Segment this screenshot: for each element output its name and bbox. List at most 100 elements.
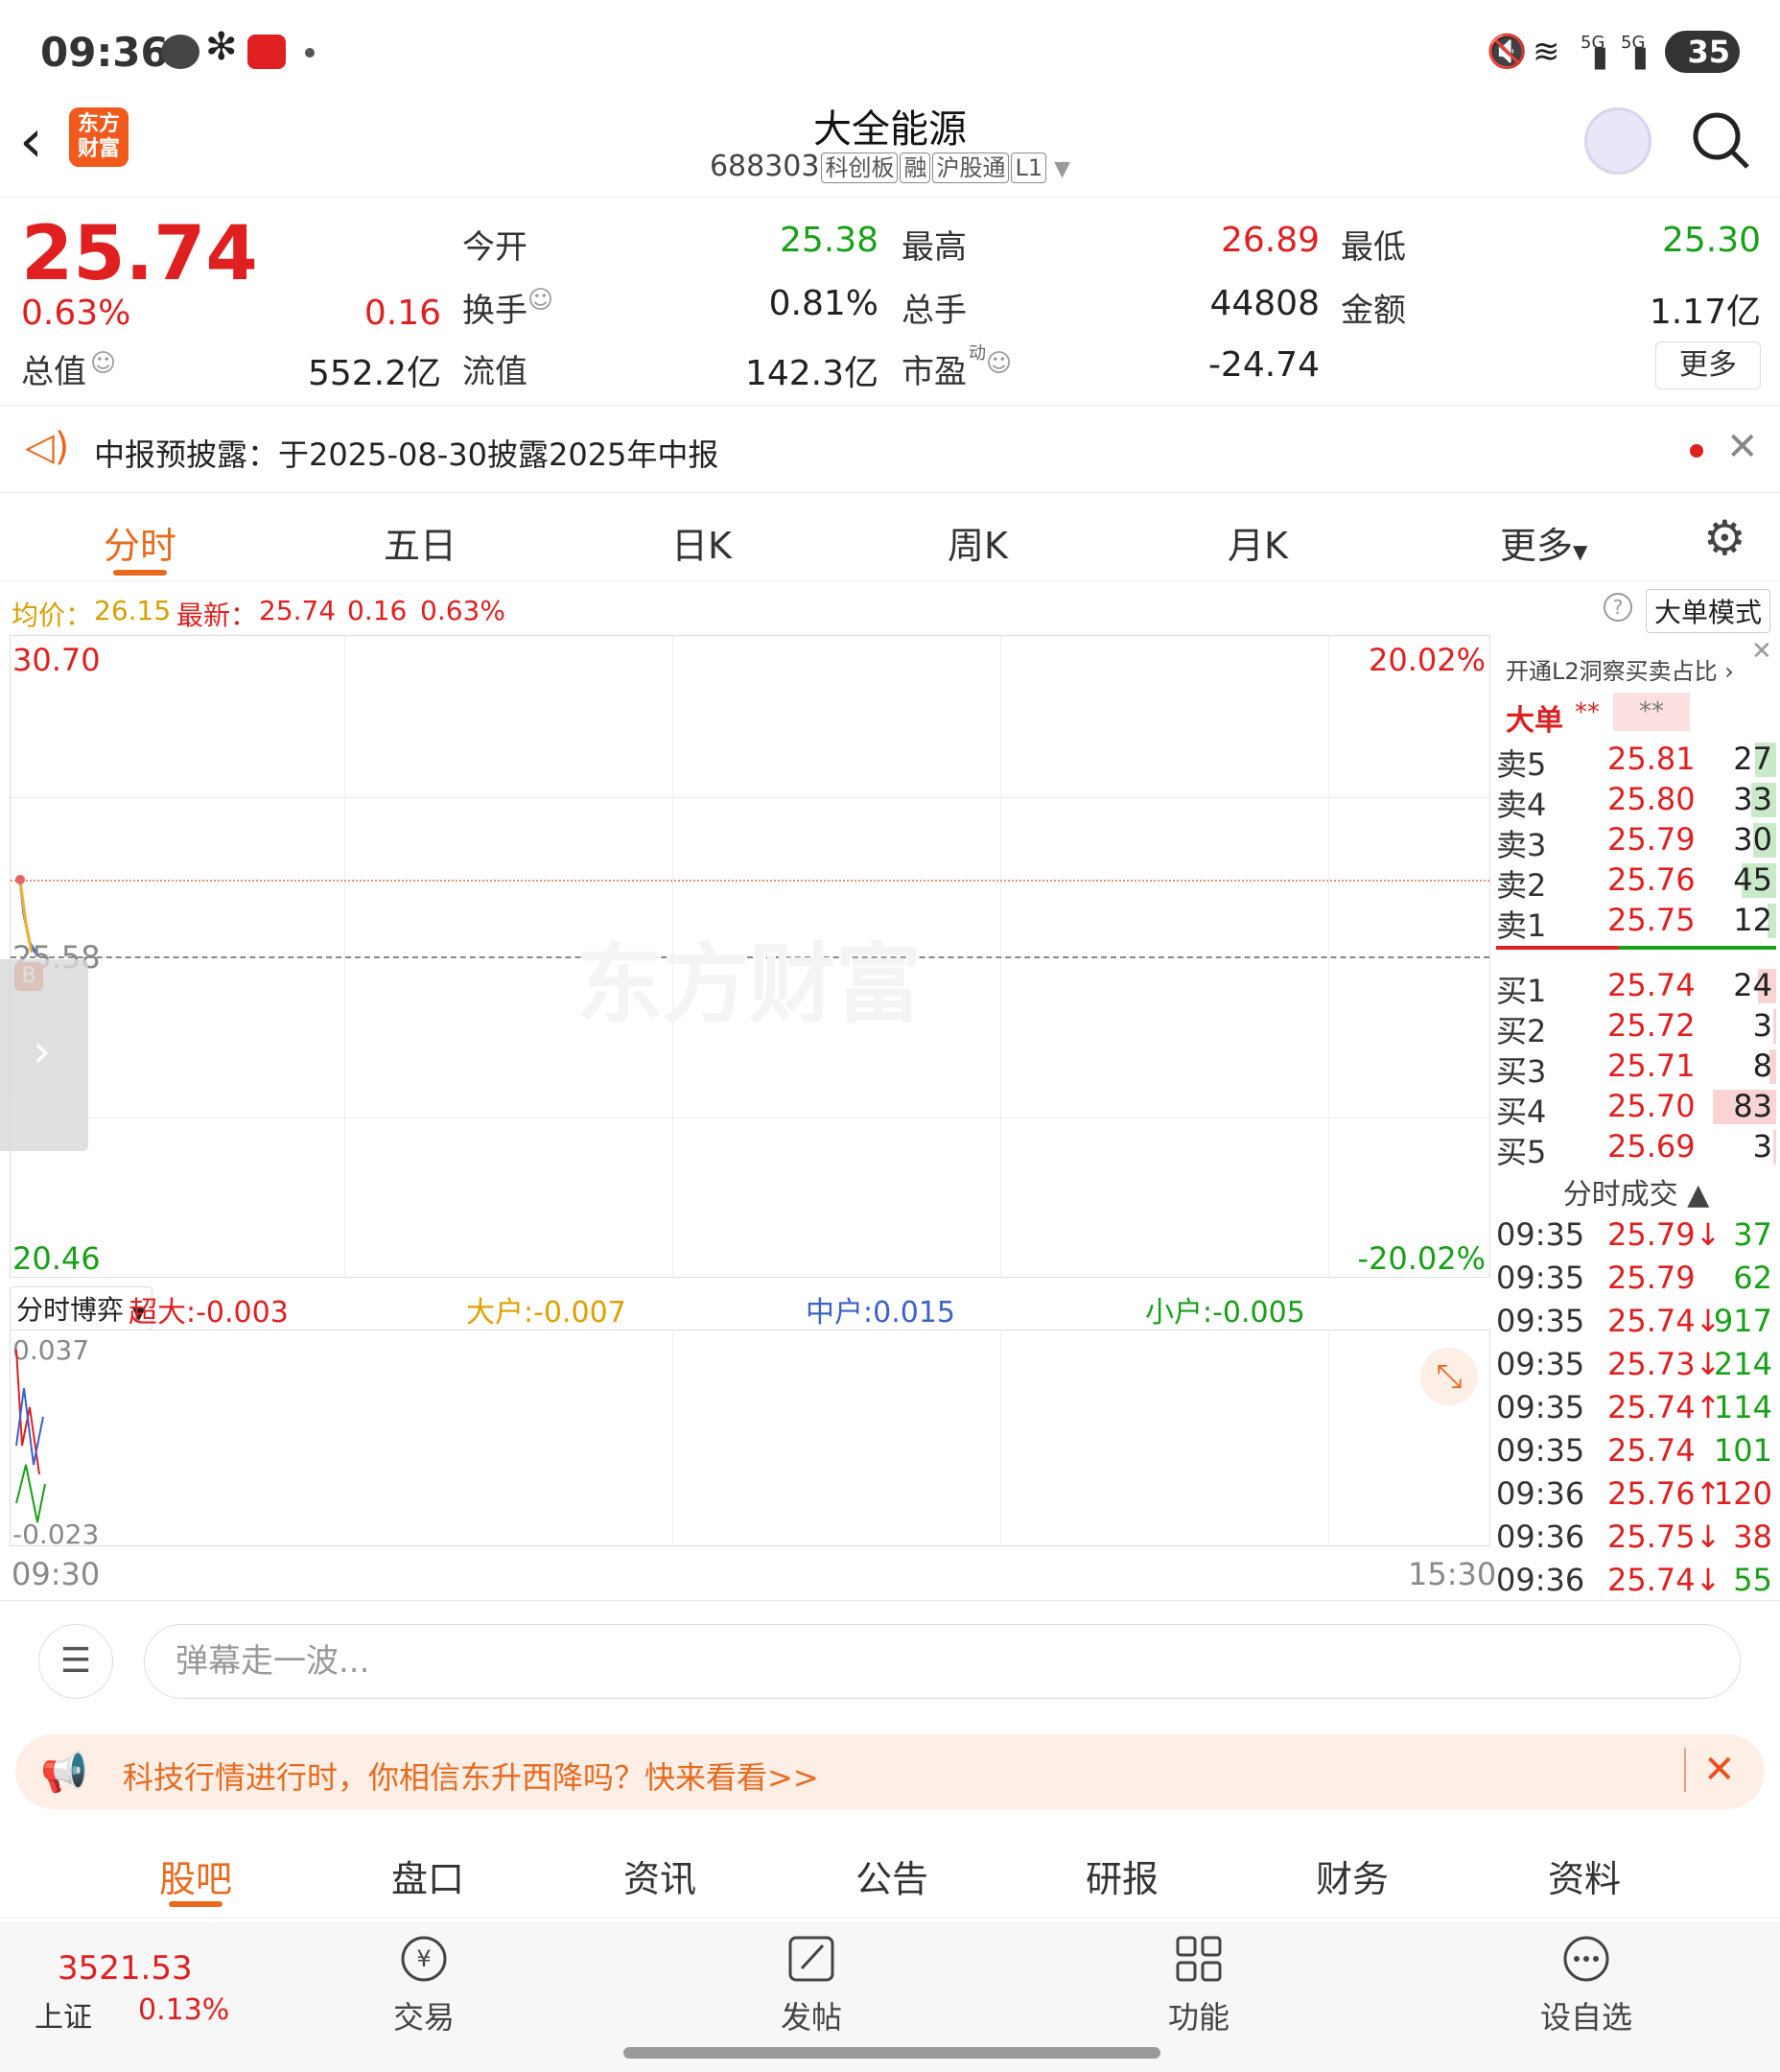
avg-price-row: 均价： 26.15 最新： 25.74 0.16 0.63% ? 大单模式 — [0, 583, 1780, 635]
depth-bar — [1773, 1009, 1776, 1044]
ask-row-1[interactable]: 卖1 25.75 12 — [1492, 902, 1780, 944]
tab-announcements[interactable]: 公告 — [855, 1849, 928, 1902]
more-quote-button[interactable]: 更多 — [1655, 341, 1761, 389]
latest-label: 最新： — [176, 600, 258, 631]
tab-5day[interactable]: 五日 — [384, 516, 457, 569]
tab-daily-k[interactable]: 日K — [671, 516, 732, 569]
big-order-mode-button[interactable]: 大单模式 — [1646, 589, 1771, 633]
search-icon[interactable] — [1690, 109, 1751, 171]
latest-change: 0.16 — [347, 595, 408, 626]
l2-hint[interactable]: 开通L2洞察买卖占比 › — [1506, 652, 1734, 686]
pct-max-label: 20.02% — [1368, 642, 1486, 678]
tick-row: 09:35 25.74↓ 917 — [1496, 1303, 1772, 1339]
help-icon[interactable]: ? — [1604, 593, 1632, 622]
flow-mid: 中户:0.015 — [806, 1296, 955, 1330]
close-banner-icon[interactable]: ✕ — [1684, 1748, 1736, 1792]
nav-function[interactable]: 功能 — [1122, 1932, 1276, 2037]
tick-row: 09:36 25.74↓ 55 — [1496, 1562, 1772, 1598]
tab-weekly-k[interactable]: 周K — [948, 516, 1008, 569]
megaphone-icon: 📢 — [40, 1751, 88, 1795]
stock-code-row[interactable]: 688303 科创板融沪股通 L1 ▼ — [0, 150, 1780, 183]
tab-more[interactable]: 更多▼ — [1500, 516, 1587, 569]
svg-text:¥: ¥ — [416, 1945, 431, 1972]
tick-row: 09:35 25.79↓ 37 — [1496, 1216, 1772, 1253]
tab-guba[interactable]: 股吧 — [159, 1849, 232, 1902]
flow-big: 大户:-0.007 — [466, 1296, 626, 1330]
ask-row-3[interactable]: 卖3 25.79 30 — [1492, 821, 1780, 863]
nav-trade[interactable]: ¥ 交易 — [347, 1932, 501, 2037]
tab-profile[interactable]: 资料 — [1548, 1849, 1621, 1902]
change-value: 0.16 — [363, 294, 441, 333]
notice-text: 中报预披露：于2025-08-30披露2025年中报 — [94, 436, 719, 473]
settings-gear-icon[interactable]: ⚙ — [1703, 510, 1746, 566]
tick-row: 09:35 25.79 62 — [1496, 1260, 1772, 1296]
status-bar: 09:36 ✻ 🔇 ≋ 5G ▮ 5G ▮ 35 — [0, 0, 1780, 106]
amount-value: 1.17亿 — [1649, 293, 1761, 332]
close-icon[interactable]: ✕ — [1726, 425, 1759, 469]
bid-row-5[interactable]: 买5 25.69 3 — [1492, 1128, 1780, 1170]
price-max-label: 30.70 — [12, 642, 101, 678]
tab-monthly-k[interactable]: 月K — [1228, 516, 1288, 569]
promo-banner[interactable]: 📢 科技行情进行时，你相信东升西降吗？快来看看>> ✕ — [15, 1734, 1765, 1809]
intraday-chart[interactable]: 东方财富 30.70 20.02% 25.58 20.46 -20.02% B — [10, 635, 1490, 1278]
signal-bars-icon-2: ▮ — [1632, 40, 1649, 74]
status-time: 09:36 — [40, 29, 169, 76]
tick-row: 09:35 25.74↑ 114 — [1496, 1389, 1772, 1425]
info-icon-3[interactable]: ☺ — [986, 349, 1012, 378]
speaker-icon: ◁) — [25, 425, 70, 469]
order-book: 开通L2洞察买卖占比 › ✕ 大单 ** ** 卖5 25.81 27 卖4 25.8… — [1492, 635, 1780, 1600]
info-icon[interactable]: ☺ — [90, 349, 116, 378]
notice-bar[interactable]: ◁) 中报预披露：于2025-08-30披露2025年中报 ✕ — [0, 405, 1780, 493]
last-price: 25.74 — [21, 211, 258, 297]
expand-icon[interactable]: ⤡ — [1420, 1348, 1478, 1405]
index-widget[interactable]: 3521.53 上证 0.13% — [35, 1942, 246, 2037]
ask-row-4[interactable]: 卖4 25.80 33 — [1492, 781, 1780, 823]
tab-finance[interactable]: 财务 — [1316, 1849, 1389, 1902]
high-label: 最高 — [902, 228, 967, 267]
tick-row: 09:35 25.74 101 — [1496, 1432, 1772, 1469]
bid-row-3[interactable]: 买3 25.71 8 — [1492, 1048, 1780, 1090]
bid-row-4[interactable]: 买4 25.70 83 — [1492, 1088, 1780, 1130]
index-pct: 0.13% — [138, 1993, 230, 2027]
danmaku-input[interactable]: 弹幕走一波... — [144, 1624, 1741, 1699]
bid-row-2[interactable]: 买2 25.72 3 — [1492, 1007, 1780, 1049]
flower-icon: ✻ — [205, 25, 238, 69]
flow-chart[interactable]: 0.037 -0.023 ⤡ — [10, 1330, 1490, 1550]
trade-icon: ¥ — [401, 1936, 447, 1982]
quote-panel: 25.74 0.63% 0.16 总值 ☺ 552.2亿 今开 25.38 换手… — [0, 197, 1780, 403]
volume-value: 44808 — [1209, 284, 1320, 323]
nav-post[interactable]: 发帖 — [735, 1932, 888, 2037]
total-mv-label: 总值 — [21, 353, 86, 391]
robot-avatar-icon[interactable] — [1584, 107, 1651, 175]
info-icon-2[interactable]: ☺ — [527, 286, 553, 315]
danmaku-list-icon[interactable]: ☰ — [38, 1624, 113, 1699]
ask-row-5[interactable]: 卖5 25.81 27 — [1492, 741, 1780, 783]
tick-row: 09:36 25.75↓ 38 — [1496, 1519, 1772, 1555]
tag-margin: 融 — [900, 152, 931, 183]
active-tab-indicator-2 — [169, 1901, 222, 1907]
bid-row-1[interactable]: 买1 25.74 24 — [1492, 967, 1780, 1009]
tab-intraday[interactable]: 分时 — [104, 516, 176, 569]
nav-add-watchlist[interactable]: 设自选 — [1510, 1932, 1663, 2037]
tab-research[interactable]: 研报 — [1086, 1849, 1159, 1902]
ticks-header[interactable]: 分时成交 ▲ — [1492, 1170, 1780, 1213]
low-label: 最低 — [1341, 228, 1406, 267]
last-price-line — [11, 880, 1489, 882]
close-hint-icon[interactable]: ✕ — [1751, 637, 1772, 666]
avg-value: 26.15 — [94, 595, 172, 626]
dropdown-icon[interactable]: ▼ — [1054, 157, 1070, 181]
signal-bars-icon: ▮ — [1592, 40, 1608, 74]
ask-row-2[interactable]: 卖2 25.76 45 — [1492, 861, 1780, 904]
more-circle-icon — [1563, 1936, 1609, 1982]
time-start-label: 09:30 — [12, 1556, 101, 1592]
tab-pankou[interactable]: 盘口 — [391, 1849, 464, 1902]
side-expand-handle[interactable]: › — [0, 959, 88, 1151]
bid-ask-ratio-bar — [1496, 946, 1776, 950]
stock-name: 大全能源 — [813, 107, 967, 152]
open-value: 25.38 — [779, 221, 878, 260]
avg-label: 均价： — [12, 600, 93, 631]
home-indicator[interactable] — [623, 2047, 1160, 2059]
unread-dot — [1690, 444, 1703, 458]
edit-icon — [788, 1936, 834, 1982]
tab-news[interactable]: 资讯 — [623, 1849, 696, 1902]
